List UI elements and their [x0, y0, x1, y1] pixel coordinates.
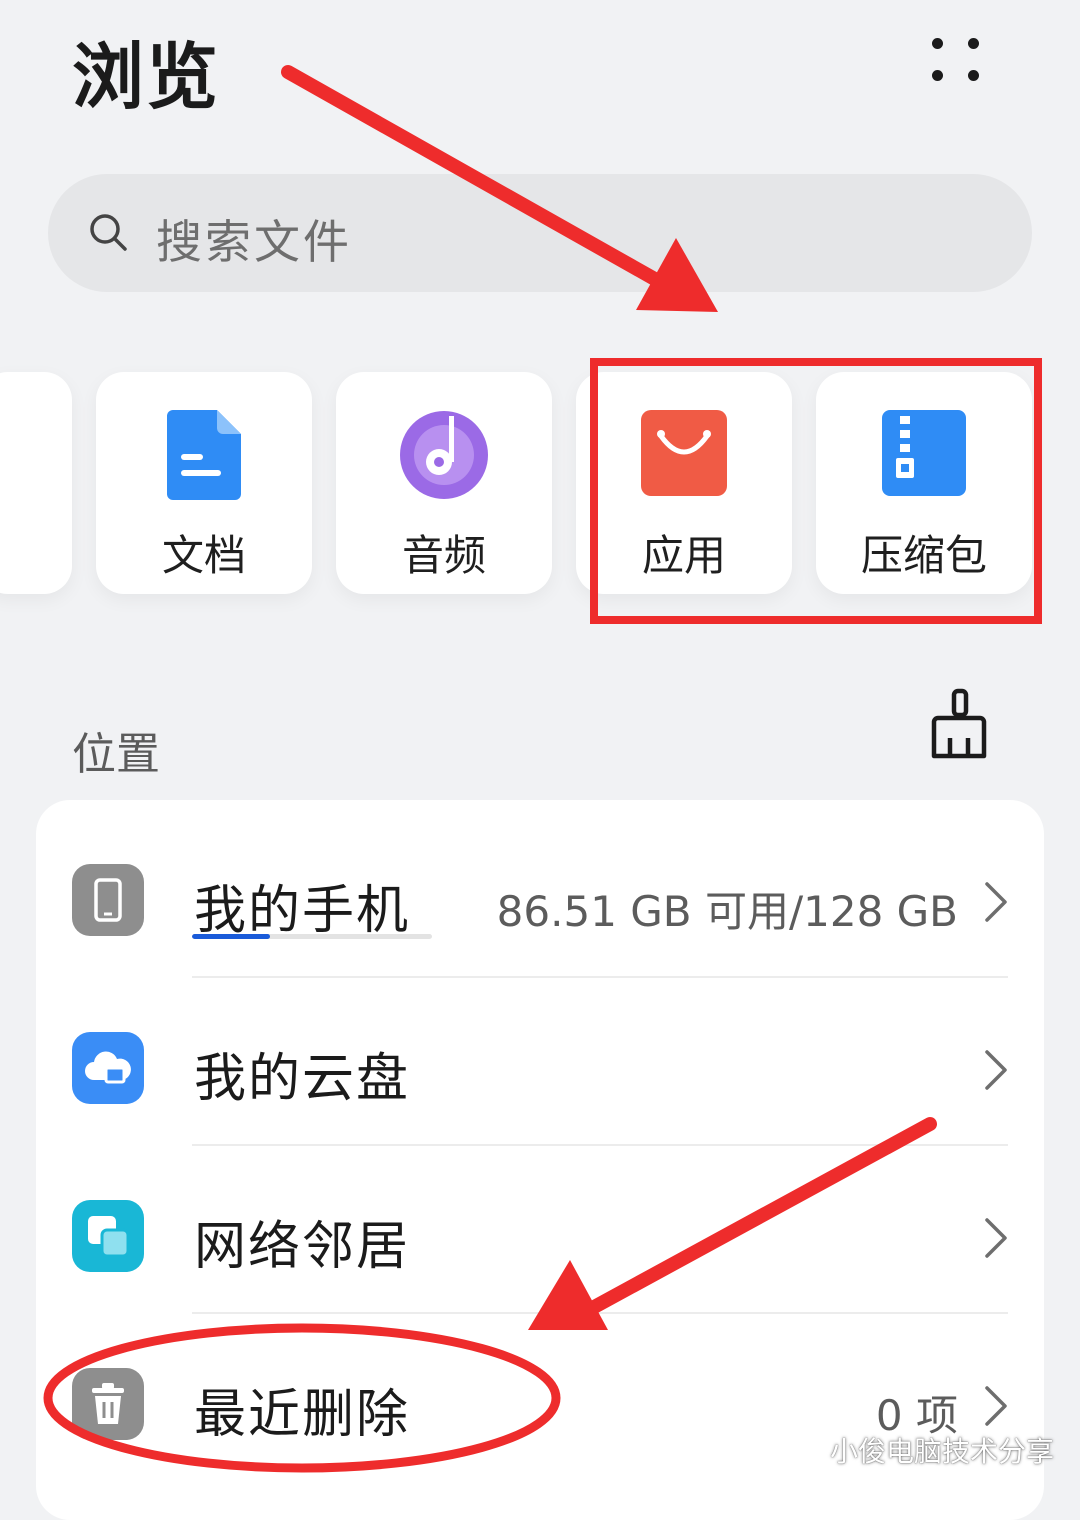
chevron-right-icon	[985, 1050, 1007, 1090]
storage-progress-fill	[192, 934, 270, 939]
cloud-icon	[72, 1032, 144, 1104]
category-card-documents[interactable]: 文档	[96, 372, 312, 594]
more-options-button[interactable]	[920, 30, 990, 90]
section-title: 位置	[72, 729, 160, 780]
storage-detail: 86.51 GB 可用/128 GB	[496, 887, 958, 936]
category-label: 文档	[161, 531, 246, 580]
chevron-right-icon	[985, 882, 1007, 922]
location-label: 我的手机	[194, 881, 411, 941]
category-card-audio[interactable]: 音频	[336, 372, 552, 594]
search-icon	[90, 214, 127, 251]
more-options-icon	[932, 38, 943, 49]
location-label: 我的云盘	[194, 1049, 411, 1109]
document-icon	[167, 410, 241, 500]
chevron-right-icon	[985, 1386, 1007, 1426]
more-options-icon-dot	[932, 70, 943, 81]
phone-icon	[72, 864, 144, 936]
more-options-icon-dot	[968, 70, 979, 81]
location-item-my-phone[interactable]: 我的手机 86.51 GB 可用/128 GB	[36, 808, 1044, 976]
annotation-highlight-box	[590, 358, 1042, 624]
watermark: 小俊电脑技术分享	[782, 1430, 1054, 1470]
broom-icon[interactable]	[928, 688, 990, 762]
watermark-text: 小俊电脑技术分享	[830, 1435, 1055, 1468]
storage-progress-bar	[192, 934, 432, 939]
location-item-my-cloud[interactable]: 我的云盘	[36, 976, 1044, 1144]
wechat-icon	[782, 1434, 822, 1466]
trash-icon	[72, 1368, 144, 1440]
chevron-right-icon	[985, 1218, 1007, 1258]
more-options-icon-dot	[968, 38, 979, 49]
location-label: 最近删除	[194, 1385, 411, 1445]
location-item-network[interactable]: 网络邻居	[36, 1144, 1044, 1312]
category-card-partial[interactable]	[0, 372, 72, 594]
category-label: 音频	[401, 531, 486, 580]
location-label: 网络邻居	[194, 1217, 411, 1277]
search-placeholder: 搜索文件	[156, 215, 352, 269]
network-icon	[72, 1200, 144, 1272]
music-disc-icon	[400, 411, 488, 499]
page-title: 浏览	[72, 35, 221, 119]
